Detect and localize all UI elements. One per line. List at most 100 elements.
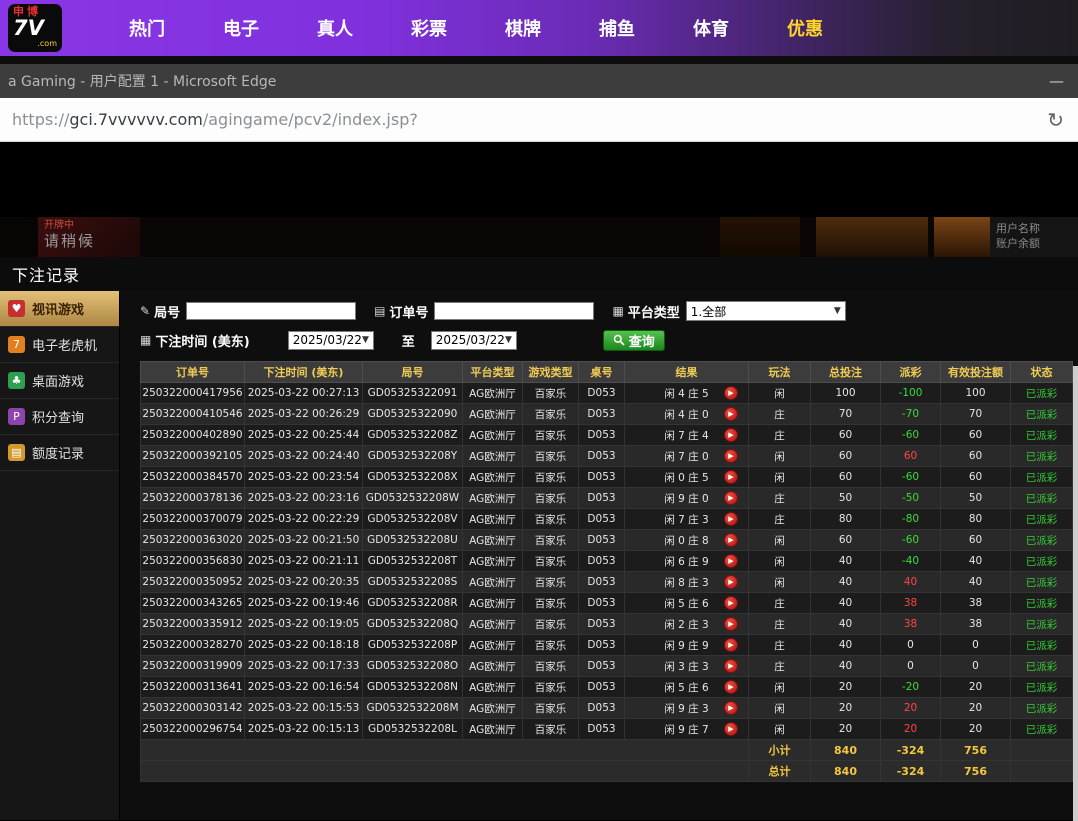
- table-no-cell: D053: [579, 530, 625, 551]
- replay-button[interactable]: ▶: [724, 722, 738, 736]
- nav-item[interactable]: 捕鱼: [570, 15, 664, 41]
- payout-cell: 40: [881, 572, 941, 593]
- replay-button[interactable]: ▶: [724, 554, 738, 568]
- play-cell: 闲: [749, 572, 811, 593]
- sidebar-item[interactable]: P积分查询: [0, 399, 119, 435]
- total-bet-cell: 50: [811, 488, 881, 509]
- table-no-cell: D053: [579, 572, 625, 593]
- result-cell: 闲 9 庄 9▶: [625, 635, 749, 656]
- time-cell: 2025-03-22 00:15:13: [245, 719, 363, 740]
- refresh-icon[interactable]: ↻: [1047, 108, 1064, 132]
- table-row: 2503220003031422025-03-22 00:15:53GD0532…: [141, 698, 1073, 719]
- points-query-icon: P: [8, 408, 25, 425]
- play-cell: 庄: [749, 614, 811, 635]
- payout-cell: 38: [881, 614, 941, 635]
- table-no-cell: D053: [579, 635, 625, 656]
- table-no-cell: D053: [579, 383, 625, 404]
- replay-button[interactable]: ▶: [724, 470, 738, 484]
- result-text: 闲 7 庄 0: [664, 451, 708, 463]
- sidebar-item-label: 桌面游戏: [32, 371, 84, 390]
- time-cell: 2025-03-22 00:15:53: [245, 698, 363, 719]
- replay-button[interactable]: ▶: [724, 701, 738, 715]
- replay-button[interactable]: ▶: [724, 617, 738, 631]
- round-input[interactable]: [186, 302, 356, 320]
- table-row: 2503220003700792025-03-22 00:22:29GD0532…: [141, 509, 1073, 530]
- nav-item[interactable]: 棋牌: [476, 15, 570, 41]
- platform-cell: AG欧洲厅: [463, 530, 523, 551]
- round-cell: GD0532532208N: [363, 677, 463, 698]
- result-cell: 闲 9 庄 3▶: [625, 698, 749, 719]
- platform-select[interactable]: 1.全部 ▼: [686, 301, 846, 321]
- chevron-down-icon: ▼: [362, 335, 369, 345]
- replay-button[interactable]: ▶: [724, 428, 738, 442]
- sidebar-menu: ♥视讯游戏7电子老虎机♣桌面游戏P积分查询▤额度记录: [0, 291, 120, 820]
- column-header: 有效投注额: [941, 362, 1011, 383]
- payout-cell: 0: [881, 656, 941, 677]
- nav-item[interactable]: 真人: [288, 15, 382, 41]
- column-header: 玩法: [749, 362, 811, 383]
- column-header: 桌号: [579, 362, 625, 383]
- replay-button[interactable]: ▶: [724, 449, 738, 463]
- nav-item[interactable]: 热门: [100, 15, 194, 41]
- site-logo[interactable]: 申博 7V .com: [8, 4, 62, 52]
- replay-button[interactable]: ▶: [724, 533, 738, 547]
- game-cell: 百家乐: [523, 530, 579, 551]
- sidebar-item[interactable]: ▤额度记录: [0, 435, 119, 471]
- vertical-scrollbar[interactable]: [1073, 366, 1078, 821]
- search-button[interactable]: 查询: [603, 330, 665, 351]
- status-cell: 已派彩: [1011, 551, 1073, 572]
- time-cell: 2025-03-22 00:23:54: [245, 467, 363, 488]
- banner-image: [816, 217, 928, 257]
- replay-button[interactable]: ▶: [724, 659, 738, 673]
- table-no-cell: D053: [579, 677, 625, 698]
- column-header: 总投注: [811, 362, 881, 383]
- order-cell: 250322000328270: [141, 635, 245, 656]
- round-cell: GD0532532208O: [363, 656, 463, 677]
- result-text: 闲 7 庄 3: [664, 514, 708, 526]
- window-gap: [0, 56, 1078, 64]
- page-blank-area: [0, 142, 1078, 217]
- game-cell: 百家乐: [523, 656, 579, 677]
- nav-item[interactable]: 电子: [194, 15, 288, 41]
- game-cell: 百家乐: [523, 488, 579, 509]
- replay-button[interactable]: ▶: [724, 596, 738, 610]
- nav-item[interactable]: 彩票: [382, 15, 476, 41]
- nav-item[interactable]: 优惠: [758, 15, 852, 41]
- replay-button[interactable]: ▶: [724, 407, 738, 421]
- result-cell: 闲 9 庄 0▶: [625, 488, 749, 509]
- grand-total-row: 总计 840 -324 756: [141, 761, 1073, 782]
- play-cell: 闲: [749, 446, 811, 467]
- date-to-select[interactable]: 2025/03/22 ▼: [431, 331, 517, 350]
- game-status-large: 请稍候: [44, 232, 134, 251]
- payout-cell: -70: [881, 404, 941, 425]
- grand-total-label: 总计: [749, 761, 811, 782]
- result-text: 闲 8 庄 3: [664, 577, 708, 589]
- address-bar[interactable]: https://gci.7vvvvvv.com/agingame/pcv2/in…: [12, 110, 418, 129]
- sidebar-item[interactable]: ♥视讯游戏: [0, 291, 119, 327]
- replay-button[interactable]: ▶: [724, 512, 738, 526]
- valid-bet-cell: 50: [941, 488, 1011, 509]
- result-text: 闲 0 庄 8: [664, 535, 708, 547]
- minimize-button[interactable]: —: [1049, 72, 1064, 90]
- nav-item[interactable]: 体育: [664, 15, 758, 41]
- replay-button[interactable]: ▶: [724, 638, 738, 652]
- replay-button[interactable]: ▶: [724, 575, 738, 589]
- grand-total-total-bet: 840: [811, 761, 881, 782]
- result-text: 闲 4 庄 5: [664, 388, 708, 400]
- table-no-cell: D053: [579, 656, 625, 677]
- status-cell: 已派彩: [1011, 467, 1073, 488]
- sidebar-item[interactable]: ♣桌面游戏: [0, 363, 119, 399]
- replay-button[interactable]: ▶: [724, 386, 738, 400]
- order-cell: 250322000402890: [141, 425, 245, 446]
- result-text: 闲 4 庄 0: [664, 409, 708, 421]
- play-cell: 庄: [749, 593, 811, 614]
- order-input[interactable]: [434, 302, 594, 320]
- time-cell: 2025-03-22 00:17:33: [245, 656, 363, 677]
- sidebar-item[interactable]: 7电子老虎机: [0, 327, 119, 363]
- date-from-select[interactable]: 2025/03/22 ▼: [288, 331, 374, 350]
- order-cell: 250322000417956: [141, 383, 245, 404]
- replay-button[interactable]: ▶: [724, 680, 738, 694]
- replay-button[interactable]: ▶: [724, 491, 738, 505]
- time-cell: 2025-03-22 00:26:29: [245, 404, 363, 425]
- time-cell: 2025-03-22 00:21:11: [245, 551, 363, 572]
